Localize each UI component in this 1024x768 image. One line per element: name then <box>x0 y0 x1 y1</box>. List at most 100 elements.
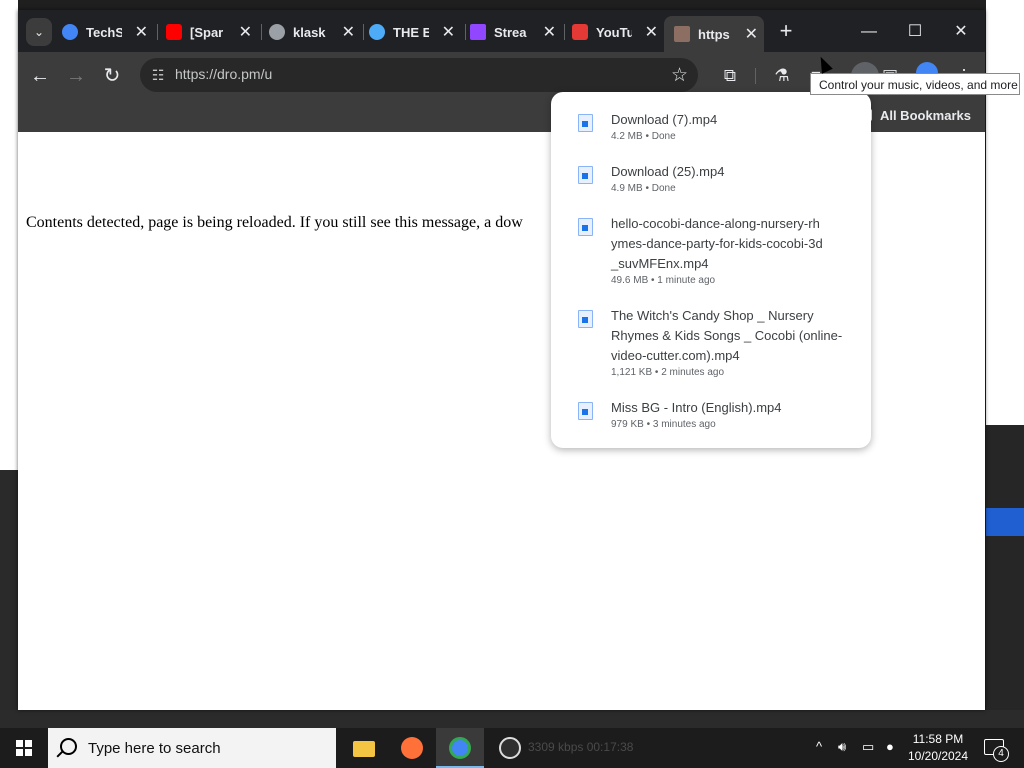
close-icon[interactable]: ✕ <box>442 22 455 42</box>
video-file-icon <box>578 218 593 236</box>
tab-separator <box>261 24 262 40</box>
clock[interactable]: 11:58 PM 10/20/2024 <box>898 731 978 765</box>
arrow-left-icon: ← <box>30 65 50 87</box>
download-meta: 1,121 KB • 2 minutes ago <box>611 367 725 378</box>
download-filename[interactable]: Download (25).mp4 <box>611 162 851 182</box>
tab-youtube[interactable]: YouTu ✕ <box>572 18 664 46</box>
media-control-tooltip: Control your music, videos, and more <box>810 73 1020 95</box>
forward-button[interactable]: → <box>64 64 88 88</box>
toolbar-divider <box>755 68 756 84</box>
tab-techs[interactable]: TechS ✕ <box>62 18 154 46</box>
plus-icon: + <box>779 18 793 43</box>
video-file-icon <box>578 402 593 420</box>
new-tab-button[interactable]: + <box>774 20 798 44</box>
speaker-icon[interactable]: 🔊︎ <box>838 739 846 755</box>
globe-icon <box>269 24 285 40</box>
downloads-bubble: Download (7).mp4 4.2 MB • Done Download … <box>551 92 871 448</box>
clock-time: 11:58 PM <box>912 732 964 746</box>
close-icon[interactable]: ✕ <box>342 22 355 42</box>
url-text[interactable]: https://dro.pm/u <box>175 66 272 82</box>
tab-stream[interactable]: Strea ✕ <box>470 18 562 46</box>
microphone-icon[interactable]: ● <box>886 739 894 754</box>
obs-button[interactable] <box>486 728 534 768</box>
firefox-button[interactable] <box>388 728 436 768</box>
close-icon[interactable]: ✕ <box>239 22 252 42</box>
extensions-icon[interactable]: ⧉ <box>718 64 742 88</box>
maximize-icon: ☐ <box>907 23 923 40</box>
network-icon[interactable]: ▭ <box>862 739 874 755</box>
clock-date: 10/20/2024 <box>907 749 969 763</box>
download-filename[interactable]: hello-cocobi-dance-along-nursery-rhymes-… <box>611 214 826 274</box>
folder-icon <box>353 741 375 757</box>
tab-separator <box>363 24 364 40</box>
download-app-icon <box>572 24 588 40</box>
firefox-icon <box>401 737 423 759</box>
download-meta: 4.9 MB • Done <box>611 183 676 194</box>
windows-logo-icon <box>16 740 32 756</box>
site-settings-icon[interactable]: ☷ <box>148 66 168 84</box>
maximize-button[interactable]: ☐ <box>895 18 935 46</box>
download-item[interactable]: hello-cocobi-dance-along-nursery-rhymes-… <box>551 214 871 294</box>
file-explorer-button[interactable] <box>340 728 388 768</box>
tab-the-e[interactable]: THE E ✕ <box>369 18 461 46</box>
tab-title: Strea <box>494 24 527 40</box>
labs-flask-icon[interactable]: ⚗ <box>770 64 794 88</box>
tab-favicon-icon <box>674 26 690 42</box>
tab-spar[interactable]: [Spar ✕ <box>166 18 258 46</box>
video-file-icon <box>578 166 593 184</box>
close-icon[interactable]: ✕ <box>745 24 758 44</box>
tab-separator <box>564 24 565 40</box>
chrome-button[interactable] <box>436 728 484 768</box>
search-icon <box>60 738 77 755</box>
close-icon[interactable]: ✕ <box>135 22 148 42</box>
tab-klask[interactable]: klask ✕ <box>269 18 361 46</box>
taskbar-search-box[interactable]: Type here to search <box>48 728 336 768</box>
background-window-dark <box>0 470 18 728</box>
close-icon: ✕ <box>954 23 968 40</box>
notification-count-badge: 4 <box>993 746 1009 762</box>
background-selected-row <box>986 508 1024 536</box>
chevron-up-icon[interactable]: ^ <box>816 739 822 754</box>
tab-title: https <box>698 26 730 42</box>
close-icon[interactable]: ✕ <box>543 22 556 42</box>
download-filename[interactable]: Miss BG - Intro (English).mp4 <box>611 398 851 418</box>
start-button[interactable] <box>0 728 48 768</box>
close-icon[interactable]: ✕ <box>645 22 658 42</box>
download-filename[interactable]: Download (7).mp4 <box>611 110 851 130</box>
page-message: Contents detected, page is being reloade… <box>26 214 523 231</box>
minimize-button[interactable]: — <box>849 18 889 46</box>
reload-button[interactable]: ↻ <box>100 64 124 88</box>
tab-active-https[interactable]: https ✕ <box>664 16 764 52</box>
youtube-icon <box>166 24 182 40</box>
tab-separator <box>157 24 158 40</box>
video-file-icon <box>578 310 593 328</box>
reload-icon: ↻ <box>103 65 121 87</box>
background-window-right-dark <box>986 425 1024 728</box>
tab-title: TechS <box>86 24 122 40</box>
download-item[interactable]: Download (25).mp4 4.9 MB • Done <box>551 162 871 202</box>
twitch-icon <box>470 24 486 40</box>
download-item[interactable]: The Witch's Candy Shop _ Nursery Rhymes … <box>551 306 871 386</box>
back-button[interactable]: ← <box>28 64 52 88</box>
tab-separator <box>465 24 466 40</box>
bookmark-star-icon[interactable]: ☆ <box>671 64 688 87</box>
tab-strip: ⌄ TechS ✕ [Spar ✕ klask ✕ THE E ✕ Strea <box>18 10 985 52</box>
download-item[interactable]: Download (7).mp4 4.2 MB • Done <box>551 110 871 150</box>
video-file-icon <box>578 114 593 132</box>
address-bar[interactable]: ☷ https://dro.pm/u ☆ <box>140 58 698 92</box>
tab-title: [Spar <box>190 24 224 40</box>
tab-search-button[interactable]: ⌄ <box>26 18 52 46</box>
stream-stats: 3309 kbps 00:17:38 <box>528 740 634 754</box>
download-filename[interactable]: The Witch's Candy Shop _ Nursery Rhymes … <box>611 306 851 366</box>
download-meta: 4.2 MB • Done <box>611 131 676 142</box>
tab-favicon-icon <box>62 24 78 40</box>
minimize-icon: — <box>861 23 877 40</box>
tab-favicon-icon <box>369 24 385 40</box>
window-close-button[interactable]: ✕ <box>941 18 981 46</box>
download-meta: 49.6 MB • 1 minute ago <box>611 275 716 286</box>
chrome-icon <box>449 737 471 759</box>
tab-title: klask <box>293 24 326 40</box>
download-item[interactable]: Miss BG - Intro (English).mp4 979 KB • 3… <box>551 398 871 438</box>
all-bookmarks-button[interactable]: All Bookmarks <box>855 108 971 123</box>
tab-title: YouTu <box>596 24 632 40</box>
